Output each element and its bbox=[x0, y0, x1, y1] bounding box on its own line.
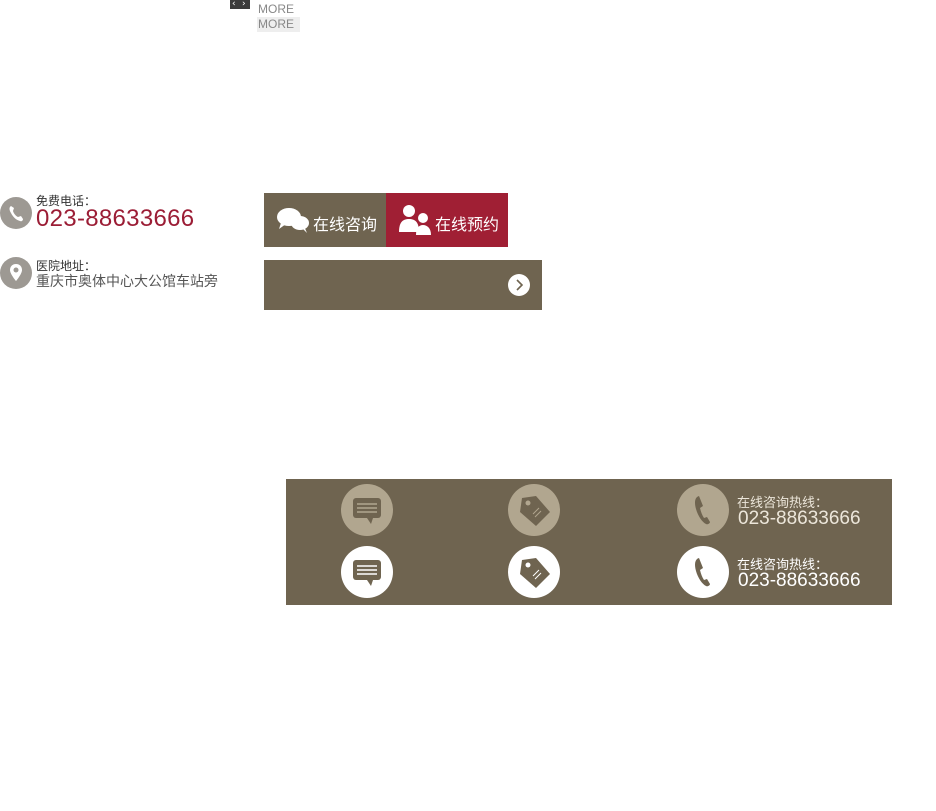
search-bar[interactable] bbox=[264, 260, 542, 310]
phone-icon bbox=[0, 197, 32, 229]
arrow-left-icon[interactable]: ‹ bbox=[232, 0, 236, 10]
phone-icon bbox=[677, 546, 729, 598]
online-consult-button[interactable]: 在线咨询 bbox=[264, 193, 386, 247]
phone-number: 023-88633666 bbox=[36, 205, 195, 232]
message-icon[interactable] bbox=[341, 546, 393, 598]
tag-icon[interactable] bbox=[508, 546, 560, 598]
more-link-1[interactable]: MORE bbox=[258, 2, 294, 16]
hotline-number: 023-88633666 bbox=[738, 570, 861, 591]
people-icon bbox=[398, 204, 432, 240]
more-link-2[interactable]: MORE bbox=[257, 17, 300, 32]
phone-icon bbox=[677, 484, 729, 536]
online-booking-label: 在线预约 bbox=[435, 215, 500, 234]
arrow-right-icon[interactable]: › bbox=[242, 0, 246, 10]
location-icon bbox=[0, 257, 32, 289]
tag-icon[interactable] bbox=[508, 484, 560, 536]
online-consult-label: 在线咨询 bbox=[313, 215, 378, 234]
address-value: 重庆市奥体中心大公馆车站旁 bbox=[36, 274, 218, 290]
arrow-right-icon[interactable] bbox=[508, 274, 530, 296]
online-booking-button[interactable]: 在线预约 bbox=[386, 193, 508, 247]
chat-icon bbox=[276, 206, 310, 238]
hotline-number: 023-88633666 bbox=[738, 508, 861, 529]
message-icon[interactable] bbox=[341, 484, 393, 536]
slider-arrows[interactable]: ‹ › bbox=[230, 0, 250, 9]
footer-contact-strip: 在线咨询热线： 023-88633666 在线咨询热线： 023-8863366… bbox=[286, 479, 892, 605]
more-link-2-label: MORE bbox=[258, 17, 294, 31]
